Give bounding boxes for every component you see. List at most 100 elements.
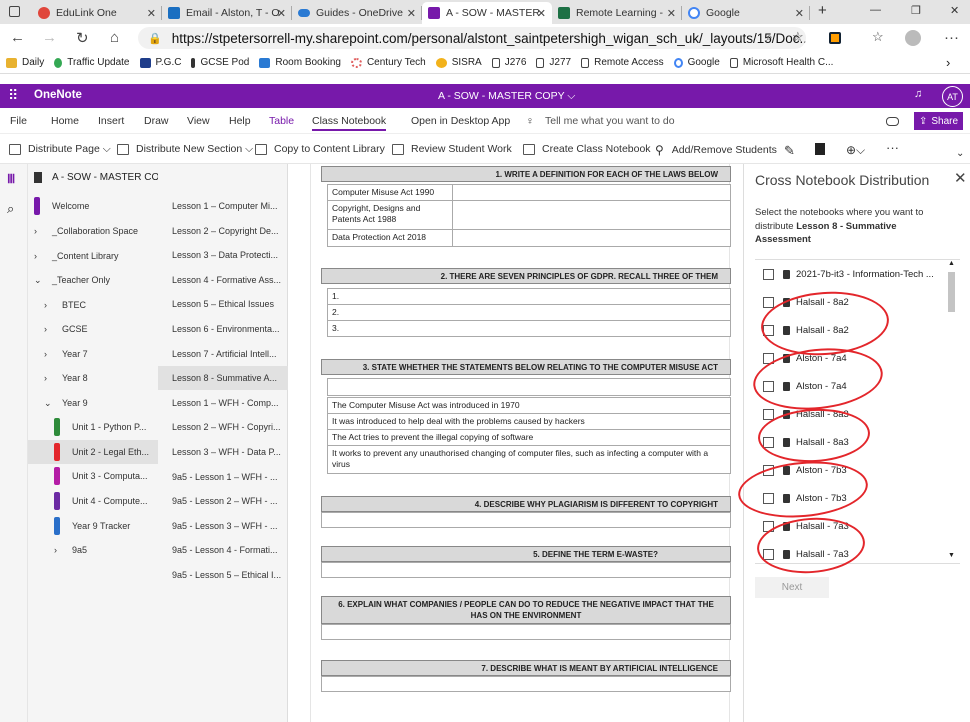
favorite-add-icon[interactable]: ☆ bbox=[792, 29, 804, 45]
close-icon[interactable]: ✕ bbox=[537, 7, 546, 20]
scroll-down-icon[interactable]: ▼ bbox=[948, 552, 955, 559]
notebooks-icon[interactable]: Ⅲ bbox=[7, 172, 15, 186]
chevron-right-icon[interactable]: › bbox=[54, 545, 72, 555]
section-item[interactable]: Unit 1 - Python P... bbox=[28, 415, 158, 439]
bookmark[interactable]: Daily bbox=[6, 57, 44, 68]
bookmark[interactable]: Traffic Update bbox=[54, 57, 130, 68]
distribute-section-button[interactable]: Distribute New Section ⌵ bbox=[117, 143, 253, 156]
collapse-ribbon-icon[interactable]: ⌄ bbox=[956, 148, 964, 159]
section-item[interactable]: Welcome bbox=[28, 194, 158, 218]
table-cell[interactable]: The Act tries to prevent the illegal cop… bbox=[327, 429, 731, 446]
answer-cell[interactable]: 3. bbox=[327, 320, 731, 337]
chevron-right-icon[interactable]: › bbox=[44, 300, 62, 310]
tab-onedrive[interactable]: Guides - OneDrive ✕ bbox=[292, 2, 422, 24]
search-icon[interactable]: ⌕ bbox=[7, 201, 14, 217]
share-button[interactable]: ⇪ Share bbox=[914, 112, 963, 130]
add-remove-students-button[interactable]: ⚲ Add/Remove Students bbox=[655, 143, 777, 157]
tab-onenote[interactable]: A - SOW - MASTER ✕ bbox=[422, 2, 552, 24]
close-icon[interactable]: ✕ bbox=[277, 7, 286, 20]
page-item[interactable]: Lesson 2 – WFH - Copyri... bbox=[158, 415, 288, 439]
window-close-icon[interactable]: ✕ bbox=[950, 4, 959, 17]
bookmark[interactable]: Google bbox=[673, 57, 720, 68]
answer-cell[interactable] bbox=[452, 184, 731, 201]
badge-icon[interactable]: ✎ bbox=[784, 143, 795, 159]
profile-icon[interactable] bbox=[905, 30, 921, 46]
checkbox[interactable] bbox=[763, 464, 774, 476]
page-item[interactable]: Lesson 1 – Computer Mi... bbox=[158, 194, 288, 218]
answer-cell[interactable] bbox=[327, 378, 731, 396]
page-item[interactable]: Lesson 8 - Summative A... bbox=[158, 366, 288, 391]
section-item[interactable]: Year 9 Tracker bbox=[28, 514, 158, 538]
section-item[interactable]: › Year 8 bbox=[28, 366, 158, 390]
answer-cell[interactable] bbox=[321, 562, 731, 578]
bookmark[interactable]: J277 bbox=[536, 57, 571, 68]
favorites-icon[interactable]: ☆ bbox=[872, 29, 884, 45]
page-item[interactable]: Lesson 2 – Copyright De... bbox=[158, 219, 288, 243]
review-student-work-button[interactable]: Review Student Work bbox=[392, 143, 512, 155]
table-cell[interactable]: Data Protection Act 2018 bbox=[327, 229, 453, 247]
section-item[interactable]: Unit 2 - Legal Eth... bbox=[28, 440, 158, 464]
page-item[interactable]: Lesson 7 - Artificial Intell... bbox=[158, 342, 288, 366]
chevron-right-icon[interactable]: › bbox=[44, 349, 62, 359]
open-desktop-app[interactable]: Open in Desktop App bbox=[411, 115, 510, 127]
bookmark[interactable]: Century Tech bbox=[350, 57, 426, 68]
section-item[interactable]: › _Collaboration Space bbox=[28, 219, 158, 243]
tab-help[interactable]: Help bbox=[229, 115, 251, 127]
forward-icon[interactable]: → bbox=[42, 29, 57, 46]
answer-cell[interactable] bbox=[321, 512, 731, 528]
extension-icon[interactable] bbox=[829, 32, 841, 44]
panel-close-icon[interactable]: ✕ bbox=[954, 169, 967, 187]
section-item[interactable]: › Year 7 bbox=[28, 342, 158, 366]
copy-content-library-button[interactable]: Copy to Content Library bbox=[255, 143, 385, 155]
checkbox[interactable] bbox=[763, 408, 774, 420]
table-cell[interactable]: The Computer Misuse Act was introduced i… bbox=[327, 397, 731, 414]
page-item[interactable]: 9a5 - Lesson 2 – WFH - ... bbox=[158, 489, 288, 513]
section-item[interactable]: ⌄ _Teacher Only bbox=[28, 268, 158, 292]
bookmark[interactable]: Room Booking bbox=[259, 57, 341, 68]
back-icon[interactable]: ← bbox=[10, 29, 25, 46]
page-item[interactable]: Lesson 6 - Environmenta... bbox=[158, 317, 288, 341]
page-item[interactable]: Lesson 1 – WFH - Comp... bbox=[158, 391, 288, 415]
checkbox[interactable] bbox=[763, 520, 774, 532]
tab-view[interactable]: View bbox=[187, 115, 210, 127]
distribute-page-button[interactable]: Distribute Page ⌵ bbox=[9, 143, 111, 156]
comments-icon[interactable] bbox=[886, 117, 899, 126]
checkbox[interactable] bbox=[763, 352, 774, 364]
checkbox[interactable] bbox=[763, 324, 774, 336]
checkbox[interactable] bbox=[763, 492, 774, 504]
refresh-icon[interactable]: ↻ bbox=[76, 29, 89, 47]
close-icon[interactable]: ✕ bbox=[407, 7, 416, 20]
page-item[interactable]: Lesson 3 – WFH - Data P... bbox=[158, 440, 288, 464]
bookmark[interactable]: GCSE Pod bbox=[191, 57, 249, 68]
tab-actions-icon[interactable] bbox=[9, 6, 20, 17]
chevron-right-icon[interactable]: › bbox=[34, 226, 52, 236]
section-item[interactable]: Unit 4 - Compute... bbox=[28, 489, 158, 513]
tab-insert[interactable]: Insert bbox=[98, 115, 124, 127]
app-name[interactable]: OneNote bbox=[34, 89, 82, 101]
notebook-option[interactable]: Halsall - 7a3 bbox=[763, 544, 943, 564]
home-icon[interactable]: ⌂ bbox=[110, 29, 119, 46]
answer-cell[interactable]: 1. bbox=[327, 288, 731, 305]
chevron-down-icon[interactable]: ⌄ bbox=[44, 398, 62, 409]
checkbox[interactable] bbox=[763, 380, 774, 392]
page-item[interactable]: 9a5 - Lesson 4 - Formati... bbox=[158, 538, 288, 562]
next-button[interactable]: Next bbox=[755, 577, 829, 598]
bookmark[interactable]: P.G.C bbox=[139, 57, 181, 68]
url-field[interactable]: 🔒 https://stpetersorrell-my.sharepoint.co… bbox=[138, 27, 806, 49]
answer-cell[interactable] bbox=[452, 200, 731, 230]
checkbox[interactable] bbox=[763, 296, 774, 308]
table-cell[interactable]: It was introduced to help deal with the … bbox=[327, 413, 731, 430]
tab-draw[interactable]: Draw bbox=[144, 115, 169, 127]
globe-icon[interactable]: ⊕⌵ bbox=[846, 143, 865, 158]
page-item[interactable]: Lesson 4 - Formative Ass... bbox=[158, 268, 288, 292]
chevron-right-icon[interactable]: › bbox=[34, 251, 52, 261]
table-cell[interactable]: It works to prevent any unauthorised cha… bbox=[327, 445, 731, 474]
section-item[interactable]: Unit 3 - Computa... bbox=[28, 464, 158, 488]
tab-remote-learning[interactable]: Remote Learning - ✕ bbox=[552, 2, 682, 24]
table-cell[interactable]: Copyright, Designs and Patents Act 1988 bbox=[327, 200, 453, 230]
scrollbar[interactable]: ▲ ▼ bbox=[947, 260, 956, 562]
answer-cell[interactable] bbox=[321, 676, 731, 692]
section-item[interactable]: ⌄ Year 9 bbox=[28, 391, 158, 415]
more-icon[interactable]: ··· bbox=[944, 29, 959, 46]
chevron-right-icon[interactable]: › bbox=[44, 373, 62, 383]
